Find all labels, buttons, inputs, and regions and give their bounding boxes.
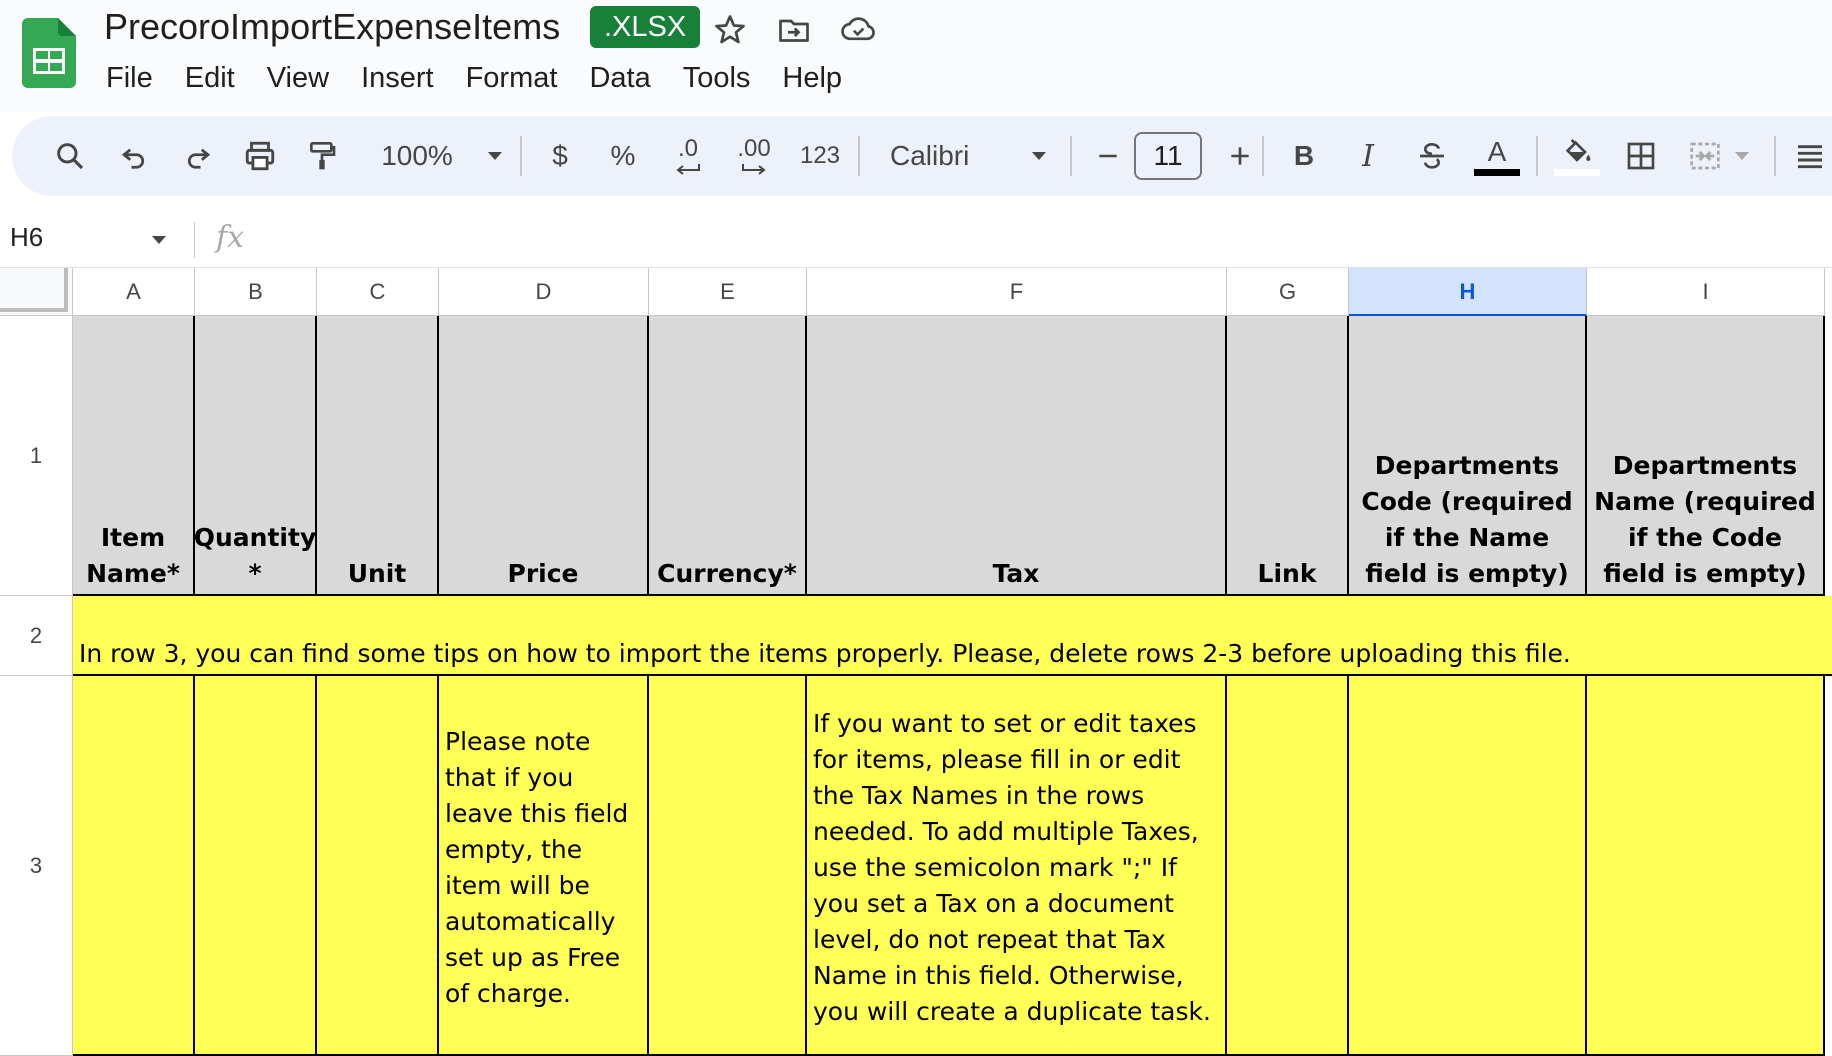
search-icon[interactable] <box>48 116 92 196</box>
menu-bar: File Edit View Insert Format Data Tools … <box>90 58 858 98</box>
cell-f3[interactable]: If you want to set or edit taxes for ite… <box>807 676 1227 1056</box>
price-tip-text: Please note that if you leave this field… <box>445 727 629 1008</box>
font-dropdown-icon[interactable] <box>1024 116 1054 196</box>
font-size-input[interactable]: 11 <box>1134 132 1202 180</box>
fill-color-icon[interactable] <box>1552 116 1602 196</box>
percent-format-button[interactable]: % <box>598 116 648 196</box>
formula-input[interactable] <box>270 218 1810 262</box>
italic-button[interactable]: I <box>1346 116 1390 196</box>
print-icon[interactable] <box>238 116 282 196</box>
formula-divider <box>194 222 195 258</box>
cell-g3[interactable] <box>1227 676 1349 1056</box>
toolbar-divider <box>1774 136 1776 176</box>
column-header-a[interactable]: A <box>73 268 195 316</box>
arrow-left-icon <box>676 164 700 175</box>
cell-e3[interactable] <box>649 676 807 1056</box>
currency-format-button[interactable]: $ <box>538 116 582 196</box>
font-family-select[interactable]: Calibri <box>876 116 1046 196</box>
column-header-e[interactable]: E <box>649 268 807 316</box>
cell-a3[interactable] <box>73 676 195 1056</box>
toolbar-divider <box>1070 136 1072 176</box>
menu-tools[interactable]: Tools <box>667 58 767 98</box>
cell-b1[interactable]: Quantity * <box>195 316 317 596</box>
cell-h3[interactable] <box>1349 676 1587 1056</box>
borders-icon[interactable] <box>1616 116 1666 196</box>
name-box[interactable]: H6 <box>10 222 43 253</box>
align-left-icon[interactable] <box>1788 116 1832 196</box>
cell-b3[interactable] <box>195 676 317 1056</box>
merge-cells-icon[interactable] <box>1680 116 1730 196</box>
column-header-f[interactable]: F <box>807 268 1227 316</box>
menu-format[interactable]: Format <box>450 58 574 98</box>
row-header-3[interactable]: 3 <box>0 676 73 1056</box>
bold-button[interactable]: B <box>1282 116 1326 196</box>
document-title[interactable]: PrecoroImportExpenseItems <box>104 6 560 48</box>
menu-edit[interactable]: Edit <box>169 58 251 98</box>
spreadsheet-grid: A B C D E F G H I 1 2 3 Item Name* Quant… <box>0 268 1832 1056</box>
increase-font-size-icon[interactable] <box>1218 116 1262 196</box>
cell-a2-merged[interactable]: In row 3, you can find some tips on how … <box>73 596 1832 676</box>
cell-f1[interactable]: Tax <box>807 316 1227 596</box>
tax-tip-text: If you want to set or edit taxes for ite… <box>813 709 1211 1026</box>
fx-icon: fx <box>216 220 245 255</box>
column-header-i[interactable]: I <box>1587 268 1825 316</box>
menu-data[interactable]: Data <box>573 58 666 98</box>
arrow-right-icon <box>742 164 766 175</box>
toolbar-divider <box>1262 136 1264 176</box>
column-header-g[interactable]: G <box>1227 268 1349 316</box>
text-color-swatch <box>1474 168 1520 176</box>
text-color-button[interactable]: A <box>1472 116 1522 196</box>
row-header-2[interactable]: 2 <box>0 596 73 676</box>
decrease-font-size-icon[interactable] <box>1086 116 1130 196</box>
column-header-c[interactable]: C <box>317 268 439 316</box>
formula-bar: H6 fx <box>0 212 1832 268</box>
column-header-d[interactable]: D <box>439 268 649 316</box>
cell-c3[interactable] <box>317 676 439 1056</box>
fill-color-swatch <box>1554 168 1600 176</box>
cell-d3[interactable]: Please note that if you leave this field… <box>439 676 649 1056</box>
zoom-dropdown-icon[interactable] <box>480 116 510 196</box>
sheets-logo-icon[interactable] <box>22 18 76 88</box>
select-all-corner[interactable] <box>0 268 73 316</box>
toolbar-divider <box>520 136 522 176</box>
redo-icon[interactable] <box>176 116 220 196</box>
row-header-1[interactable]: 1 <box>0 316 73 596</box>
undo-icon[interactable] <box>112 116 156 196</box>
name-box-dropdown-icon[interactable] <box>150 234 168 246</box>
menu-view[interactable]: View <box>251 58 345 98</box>
cell-i3[interactable] <box>1587 676 1825 1056</box>
cloud-saved-icon[interactable] <box>840 12 876 48</box>
toolbar-divider <box>858 136 860 176</box>
cell-a1[interactable]: Item Name* <box>73 316 195 596</box>
merge-dropdown-icon[interactable] <box>1728 116 1756 196</box>
strikethrough-icon[interactable] <box>1410 116 1454 196</box>
increase-decimal-button[interactable]: .00 <box>724 116 784 196</box>
cell-d1[interactable]: Price <box>439 316 649 596</box>
toolbar-divider <box>1536 136 1538 176</box>
zoom-value: 100% <box>381 140 453 171</box>
decrease-decimal-button[interactable]: .0 <box>660 116 716 196</box>
column-header-h[interactable]: H <box>1349 268 1587 316</box>
column-header-b[interactable]: B <box>195 268 317 316</box>
zoom-select[interactable]: 100% <box>372 116 462 196</box>
move-folder-icon[interactable] <box>776 12 812 48</box>
paint-format-icon[interactable] <box>300 116 344 196</box>
menu-help[interactable]: Help <box>766 58 858 98</box>
cell-i1[interactable]: Departments Name (required if the Code f… <box>1587 316 1825 596</box>
cell-h1[interactable]: Departments Code (required if the Name f… <box>1349 316 1587 596</box>
toolbar: 100% $ % .0 .00 123 Calibri B I A <box>12 116 1832 196</box>
cell-e1[interactable]: Currency* <box>649 316 807 596</box>
menu-insert[interactable]: Insert <box>345 58 450 98</box>
menu-file[interactable]: File <box>90 58 169 98</box>
more-formats-button[interactable]: 123 <box>790 116 850 196</box>
file-format-badge: .XLSX <box>590 6 701 48</box>
cell-c1[interactable]: Unit <box>317 316 439 596</box>
star-icon[interactable] <box>712 12 748 48</box>
cell-g1[interactable]: Link <box>1227 316 1349 596</box>
title-bar: PrecoroImportExpenseItems .XLSX File Edi… <box>0 0 1832 112</box>
